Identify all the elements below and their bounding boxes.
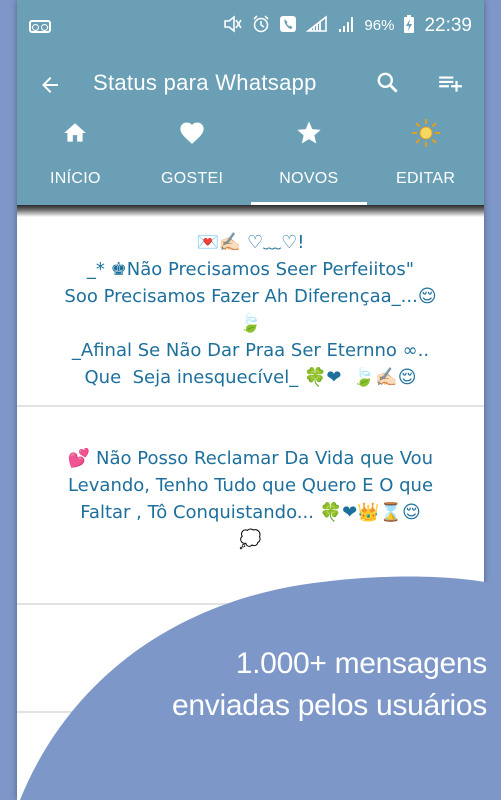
promo-line: enviadas pelos usuários	[172, 689, 487, 722]
signal-icon	[306, 15, 328, 36]
arrow-left-icon	[42, 77, 58, 93]
mute-icon	[223, 15, 243, 36]
message-line: Levando, Tenho Tudo que Quero E O que	[67, 475, 434, 496]
tab-novos[interactable]: NOVOS	[250, 114, 368, 205]
status-icons: 96% 22:39	[223, 14, 472, 37]
message-line: Soo Precisamos Fazer Ah Diferençaa_...😌	[64, 286, 437, 307]
signal-strength-icon	[337, 15, 355, 36]
phone-icon	[279, 15, 297, 36]
message-line: 💭	[239, 529, 262, 550]
search-button[interactable]	[375, 70, 405, 100]
message-line: 🍃	[239, 313, 262, 334]
message-line: 💌✍🏻 ♡﹏♡!	[196, 232, 305, 253]
message-line: _Afinal Se Não Dar Praa Ser Eternno ∞..	[71, 340, 430, 361]
status-bar: 96% 22:39	[17, 0, 484, 56]
app-bar: Status para Whatsapp	[17, 56, 484, 114]
playlist-add-button[interactable]	[437, 70, 467, 100]
tab-label: NOVOS	[279, 170, 339, 187]
home-icon	[64, 123, 87, 142]
tab-label: EDITAR	[395, 170, 456, 187]
clock: 22:39	[424, 14, 472, 36]
tab-label: INÍCIO	[50, 170, 101, 187]
message-line: Que Seja inesquecível_ 🍀❤ 🍃✍🏻😌	[84, 367, 417, 388]
tab-inicio[interactable]: INÍCIO	[17, 114, 134, 205]
tab-label: GOSTEI	[160, 170, 224, 187]
list-shadow	[17, 205, 484, 217]
tab-editar[interactable]: EDITAR	[367, 114, 484, 205]
promo-text: 1.000+ mensagens enviadas pelos usuários	[157, 643, 487, 727]
message-line: Faltar , Tô Conquistando... 🍀❤👑⌛😌	[80, 502, 421, 523]
message-card[interactable]: 💌✍🏻 ♡﹏♡! _* ♚Não Precisamos Seer Perfeii…	[17, 217, 484, 407]
back-button[interactable]	[35, 70, 65, 100]
message-line: 💕 Não Posso Reclamar Da Vida que Vou	[67, 448, 434, 469]
star-icon	[297, 121, 321, 144]
voicemail-icon	[29, 20, 51, 33]
tab-bar: INÍCIO GOSTEI NOVOS EDITAR	[17, 114, 484, 205]
search-icon	[377, 72, 398, 93]
tab-gostei[interactable]: GOSTEI	[134, 114, 251, 205]
heart-icon	[180, 122, 204, 144]
battery-charging-icon	[403, 14, 415, 37]
playlist-add-icon	[439, 76, 462, 92]
message-card[interactable]: 💕 Não Posso Reclamar Da Vida que Vou Lev…	[17, 407, 484, 605]
battery-percent: 96%	[364, 17, 395, 34]
message-line: _* ♚Não Precisamos Seer Perfeiitos"	[86, 259, 415, 280]
alarm-icon	[252, 15, 270, 36]
promo-line: 1.000+ mensagens	[235, 647, 488, 680]
app-title: Status para Whatsapp	[93, 70, 317, 95]
sun-icon	[411, 119, 440, 147]
